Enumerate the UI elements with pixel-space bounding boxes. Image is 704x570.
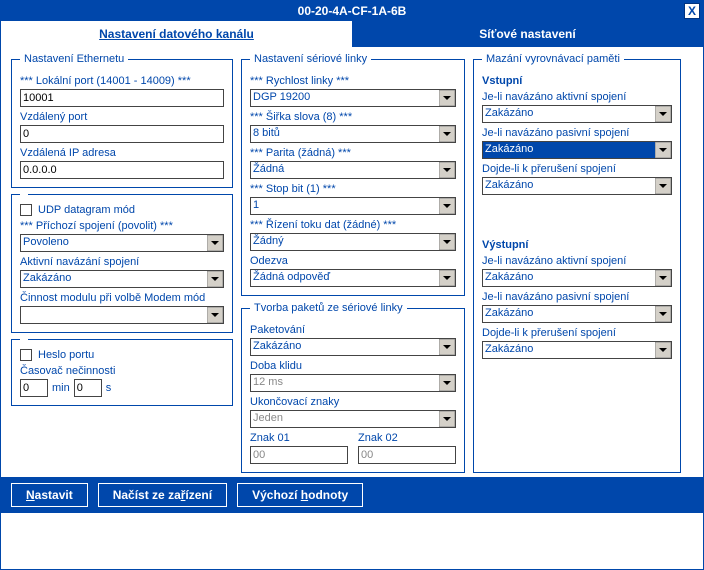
- in-active-select[interactable]: Zakázáno: [482, 105, 672, 123]
- response-select[interactable]: Žádná odpověď: [250, 269, 456, 287]
- idle-min-unit: min: [52, 382, 70, 394]
- idle-sec-input[interactable]: [74, 379, 102, 397]
- group-ethernet-2: UDP datagram mód *** Příchozí spojení (p…: [11, 194, 233, 333]
- port-password-checkbox[interactable]: [20, 349, 32, 361]
- packet-select[interactable]: Zakázáno: [250, 338, 456, 356]
- in-active-label: Je-li navázáno aktivní spojení: [482, 91, 672, 103]
- flush-out-heading: Výstupní: [482, 239, 672, 251]
- endchars-label: Ukončovací znaky: [250, 396, 456, 408]
- parity-select[interactable]: Žádná: [250, 161, 456, 179]
- set-button[interactable]: Nastavit: [11, 483, 88, 507]
- packet-label: Paketování: [250, 324, 456, 336]
- out-passive-label: Je-li navázáno pasivní spojení: [482, 291, 672, 303]
- close-button[interactable]: X: [684, 3, 700, 19]
- speed-label: *** Rychlost linky ***: [250, 75, 456, 87]
- active-conn-label: Aktivní navázání spojení: [20, 256, 224, 268]
- in-passive-select[interactable]: Zakázáno: [482, 141, 672, 159]
- group-serial: Nastavení sériové linky *** Rychlost lin…: [241, 53, 465, 296]
- udp-label: UDP datagram mód: [38, 204, 135, 216]
- window-title: 00-20-4A-CF-1A-6B: [298, 4, 407, 18]
- remote-port-label: Vzdálený port: [20, 111, 224, 123]
- remote-ip-input[interactable]: [20, 161, 224, 179]
- modem-mode-select[interactable]: [20, 306, 224, 324]
- stop-label: *** Stop bit (1) ***: [250, 183, 456, 195]
- packet-idle-label: Doba klidu: [250, 360, 456, 372]
- legend-serial: Nastavení sériové linky: [250, 53, 371, 65]
- incoming-select[interactable]: Povoleno: [20, 234, 224, 252]
- remote-ip-label: Vzdálená IP adresa: [20, 147, 224, 159]
- group-packet: Tvorba paketů ze sériové linky Paketován…: [241, 302, 465, 473]
- port-password-label: Heslo portu: [38, 349, 94, 361]
- remote-port-input[interactable]: [20, 125, 224, 143]
- in-break-select[interactable]: Zakázáno: [482, 177, 672, 195]
- tab-network[interactable]: Síťové nastavení: [352, 21, 703, 47]
- in-passive-label: Je-li navázáno pasivní spojení: [482, 127, 672, 139]
- char1-label: Znak 01: [250, 432, 348, 444]
- char2-input[interactable]: [358, 446, 456, 464]
- stop-select[interactable]: 1: [250, 197, 456, 215]
- read-button[interactable]: Načíst ze zařízení: [98, 483, 227, 507]
- width-label: *** Šiřka slova (8) ***: [250, 111, 456, 123]
- response-label: Odezva: [250, 255, 456, 267]
- out-active-select[interactable]: Zakázáno: [482, 269, 672, 287]
- idle-timer-label: Časovač nečinnosti: [20, 365, 224, 377]
- incoming-label: *** Příchozí spojení (povolit) ***: [20, 220, 224, 232]
- endchars-select[interactable]: Jeden: [250, 410, 456, 428]
- group-ethernet: Nastavení Ethernetu *** Lokální port (14…: [11, 53, 233, 188]
- button-bar: Nastavit Načíst ze zařízení Výchozí hodn…: [1, 477, 703, 513]
- out-active-label: Je-li navázáno aktivní spojení: [482, 255, 672, 267]
- idle-sec-unit: s: [106, 382, 112, 394]
- legend-ethernet: Nastavení Ethernetu: [20, 53, 128, 65]
- idle-min-input[interactable]: [20, 379, 48, 397]
- defaults-button[interactable]: Výchozí hodnoty: [237, 483, 363, 507]
- content: Nastavení Ethernetu *** Lokální port (14…: [1, 47, 703, 477]
- local-port-label: *** Lokální port (14001 - 14009) ***: [20, 75, 224, 87]
- out-break-label: Dojde-li k přerušení spojení: [482, 327, 672, 339]
- out-passive-select[interactable]: Zakázáno: [482, 305, 672, 323]
- group-flush: Mazání vyrovnávací paměti Vstupní Je-li …: [473, 53, 681, 473]
- width-select[interactable]: 8 bitů: [250, 125, 456, 143]
- out-break-select[interactable]: Zakázáno: [482, 341, 672, 359]
- speed-select[interactable]: DGP 19200: [250, 89, 456, 107]
- char2-label: Znak 02: [358, 432, 456, 444]
- local-port-input[interactable]: [20, 89, 224, 107]
- packet-idle-select[interactable]: 12 ms: [250, 374, 456, 392]
- tabs: Nastavení datového kanálu Síťové nastave…: [1, 21, 703, 47]
- legend-packet: Tvorba paketů ze sériové linky: [250, 302, 407, 314]
- active-conn-select[interactable]: Zakázáno: [20, 270, 224, 288]
- parity-label: *** Parita (žádná) ***: [250, 147, 456, 159]
- flow-label: *** Řízení toku dat (žádné) ***: [250, 219, 456, 231]
- udp-checkbox[interactable]: [20, 204, 32, 216]
- flush-in-heading: Vstupní: [482, 75, 672, 87]
- char1-input[interactable]: [250, 446, 348, 464]
- window: 00-20-4A-CF-1A-6B X Nastavení datového k…: [0, 0, 704, 570]
- legend-flush: Mazání vyrovnávací paměti: [482, 53, 624, 65]
- modem-mode-label: Činnost modulu při volbě Modem mód: [20, 292, 224, 304]
- tab-data-channel[interactable]: Nastavení datového kanálu: [1, 21, 352, 47]
- group-ethernet-3: Heslo portu Časovač nečinnosti min s: [11, 339, 233, 406]
- flow-select[interactable]: Žádný: [250, 233, 456, 251]
- titlebar: 00-20-4A-CF-1A-6B X: [1, 1, 703, 21]
- in-break-label: Dojde-li k přerušení spojení: [482, 163, 672, 175]
